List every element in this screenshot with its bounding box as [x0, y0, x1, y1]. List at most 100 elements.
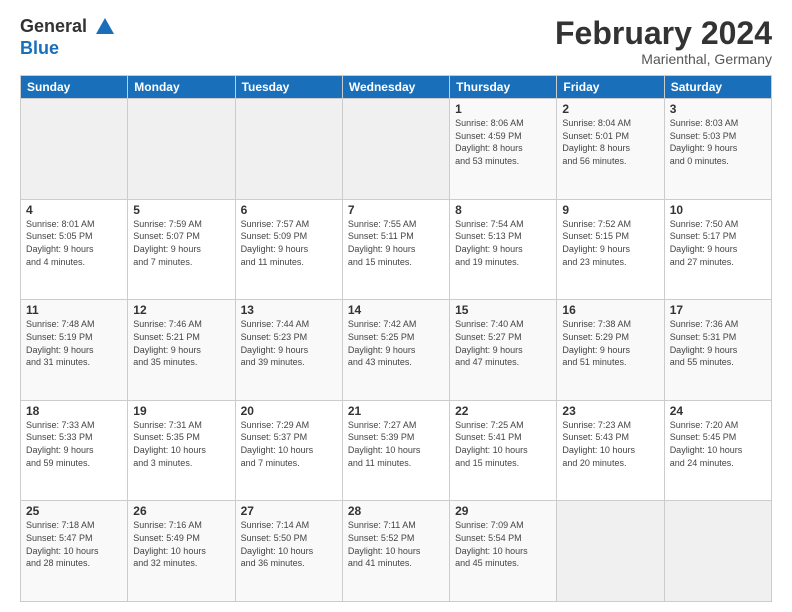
day-number: 14	[348, 303, 444, 317]
day-detail: Sunrise: 7:42 AM Sunset: 5:25 PM Dayligh…	[348, 318, 444, 368]
day-detail: Sunrise: 7:57 AM Sunset: 5:09 PM Dayligh…	[241, 218, 337, 268]
day-number: 6	[241, 203, 337, 217]
day-number: 13	[241, 303, 337, 317]
day-number: 19	[133, 404, 229, 418]
calendar-cell	[557, 501, 664, 602]
day-detail: Sunrise: 7:55 AM Sunset: 5:11 PM Dayligh…	[348, 218, 444, 268]
day-detail: Sunrise: 7:20 AM Sunset: 5:45 PM Dayligh…	[670, 419, 766, 469]
logo-icon	[94, 16, 116, 38]
logo-text: General	[20, 16, 116, 38]
calendar-header-wednesday: Wednesday	[342, 76, 449, 99]
day-number: 22	[455, 404, 551, 418]
calendar: SundayMondayTuesdayWednesdayThursdayFrid…	[20, 75, 772, 602]
day-detail: Sunrise: 7:44 AM Sunset: 5:23 PM Dayligh…	[241, 318, 337, 368]
day-number: 20	[241, 404, 337, 418]
calendar-cell: 20Sunrise: 7:29 AM Sunset: 5:37 PM Dayli…	[235, 400, 342, 501]
day-number: 27	[241, 504, 337, 518]
calendar-cell: 6Sunrise: 7:57 AM Sunset: 5:09 PM Daylig…	[235, 199, 342, 300]
day-detail: Sunrise: 7:33 AM Sunset: 5:33 PM Dayligh…	[26, 419, 122, 469]
day-number: 2	[562, 102, 658, 116]
calendar-cell	[128, 99, 235, 200]
calendar-cell: 26Sunrise: 7:16 AM Sunset: 5:49 PM Dayli…	[128, 501, 235, 602]
title-area: February 2024 Marienthal, Germany	[555, 16, 772, 67]
calendar-cell: 10Sunrise: 7:50 AM Sunset: 5:17 PM Dayli…	[664, 199, 771, 300]
calendar-week-5: 25Sunrise: 7:18 AM Sunset: 5:47 PM Dayli…	[21, 501, 772, 602]
calendar-cell: 7Sunrise: 7:55 AM Sunset: 5:11 PM Daylig…	[342, 199, 449, 300]
day-number: 23	[562, 404, 658, 418]
calendar-week-3: 11Sunrise: 7:48 AM Sunset: 5:19 PM Dayli…	[21, 300, 772, 401]
calendar-cell: 16Sunrise: 7:38 AM Sunset: 5:29 PM Dayli…	[557, 300, 664, 401]
day-number: 29	[455, 504, 551, 518]
calendar-header-row: SundayMondayTuesdayWednesdayThursdayFrid…	[21, 76, 772, 99]
day-detail: Sunrise: 7:09 AM Sunset: 5:54 PM Dayligh…	[455, 519, 551, 569]
location: Marienthal, Germany	[555, 51, 772, 67]
day-number: 1	[455, 102, 551, 116]
calendar-cell: 21Sunrise: 7:27 AM Sunset: 5:39 PM Dayli…	[342, 400, 449, 501]
calendar-cell: 15Sunrise: 7:40 AM Sunset: 5:27 PM Dayli…	[450, 300, 557, 401]
day-number: 7	[348, 203, 444, 217]
calendar-cell	[235, 99, 342, 200]
day-detail: Sunrise: 7:46 AM Sunset: 5:21 PM Dayligh…	[133, 318, 229, 368]
day-detail: Sunrise: 7:18 AM Sunset: 5:47 PM Dayligh…	[26, 519, 122, 569]
calendar-cell: 28Sunrise: 7:11 AM Sunset: 5:52 PM Dayli…	[342, 501, 449, 602]
calendar-cell: 3Sunrise: 8:03 AM Sunset: 5:03 PM Daylig…	[664, 99, 771, 200]
calendar-cell: 25Sunrise: 7:18 AM Sunset: 5:47 PM Dayli…	[21, 501, 128, 602]
day-number: 24	[670, 404, 766, 418]
logo-subtext: Blue	[20, 38, 116, 59]
day-number: 11	[26, 303, 122, 317]
day-number: 16	[562, 303, 658, 317]
logo: General Blue	[20, 16, 116, 59]
day-number: 17	[670, 303, 766, 317]
calendar-cell: 11Sunrise: 7:48 AM Sunset: 5:19 PM Dayli…	[21, 300, 128, 401]
calendar-header-tuesday: Tuesday	[235, 76, 342, 99]
month-title: February 2024	[555, 16, 772, 51]
calendar-header-friday: Friday	[557, 76, 664, 99]
day-number: 21	[348, 404, 444, 418]
calendar-cell: 19Sunrise: 7:31 AM Sunset: 5:35 PM Dayli…	[128, 400, 235, 501]
day-detail: Sunrise: 7:11 AM Sunset: 5:52 PM Dayligh…	[348, 519, 444, 569]
day-detail: Sunrise: 7:36 AM Sunset: 5:31 PM Dayligh…	[670, 318, 766, 368]
calendar-cell: 12Sunrise: 7:46 AM Sunset: 5:21 PM Dayli…	[128, 300, 235, 401]
day-detail: Sunrise: 7:52 AM Sunset: 5:15 PM Dayligh…	[562, 218, 658, 268]
day-detail: Sunrise: 7:38 AM Sunset: 5:29 PM Dayligh…	[562, 318, 658, 368]
day-number: 9	[562, 203, 658, 217]
calendar-week-1: 1Sunrise: 8:06 AM Sunset: 4:59 PM Daylig…	[21, 99, 772, 200]
day-detail: Sunrise: 7:14 AM Sunset: 5:50 PM Dayligh…	[241, 519, 337, 569]
calendar-cell: 4Sunrise: 8:01 AM Sunset: 5:05 PM Daylig…	[21, 199, 128, 300]
calendar-cell	[664, 501, 771, 602]
day-detail: Sunrise: 7:23 AM Sunset: 5:43 PM Dayligh…	[562, 419, 658, 469]
calendar-cell: 2Sunrise: 8:04 AM Sunset: 5:01 PM Daylig…	[557, 99, 664, 200]
calendar-header-saturday: Saturday	[664, 76, 771, 99]
day-detail: Sunrise: 8:04 AM Sunset: 5:01 PM Dayligh…	[562, 117, 658, 167]
calendar-cell: 22Sunrise: 7:25 AM Sunset: 5:41 PM Dayli…	[450, 400, 557, 501]
calendar-week-4: 18Sunrise: 7:33 AM Sunset: 5:33 PM Dayli…	[21, 400, 772, 501]
day-detail: Sunrise: 7:27 AM Sunset: 5:39 PM Dayligh…	[348, 419, 444, 469]
day-number: 8	[455, 203, 551, 217]
day-detail: Sunrise: 7:16 AM Sunset: 5:49 PM Dayligh…	[133, 519, 229, 569]
day-detail: Sunrise: 7:25 AM Sunset: 5:41 PM Dayligh…	[455, 419, 551, 469]
day-number: 3	[670, 102, 766, 116]
calendar-cell: 9Sunrise: 7:52 AM Sunset: 5:15 PM Daylig…	[557, 199, 664, 300]
calendar-cell: 1Sunrise: 8:06 AM Sunset: 4:59 PM Daylig…	[450, 99, 557, 200]
calendar-cell	[21, 99, 128, 200]
day-detail: Sunrise: 7:50 AM Sunset: 5:17 PM Dayligh…	[670, 218, 766, 268]
calendar-cell: 18Sunrise: 7:33 AM Sunset: 5:33 PM Dayli…	[21, 400, 128, 501]
day-number: 18	[26, 404, 122, 418]
day-number: 5	[133, 203, 229, 217]
calendar-cell: 27Sunrise: 7:14 AM Sunset: 5:50 PM Dayli…	[235, 501, 342, 602]
day-number: 26	[133, 504, 229, 518]
calendar-header-thursday: Thursday	[450, 76, 557, 99]
calendar-cell: 23Sunrise: 7:23 AM Sunset: 5:43 PM Dayli…	[557, 400, 664, 501]
day-detail: Sunrise: 7:31 AM Sunset: 5:35 PM Dayligh…	[133, 419, 229, 469]
calendar-cell: 8Sunrise: 7:54 AM Sunset: 5:13 PM Daylig…	[450, 199, 557, 300]
day-detail: Sunrise: 7:54 AM Sunset: 5:13 PM Dayligh…	[455, 218, 551, 268]
day-number: 4	[26, 203, 122, 217]
calendar-cell: 24Sunrise: 7:20 AM Sunset: 5:45 PM Dayli…	[664, 400, 771, 501]
calendar-cell: 17Sunrise: 7:36 AM Sunset: 5:31 PM Dayli…	[664, 300, 771, 401]
day-detail: Sunrise: 7:29 AM Sunset: 5:37 PM Dayligh…	[241, 419, 337, 469]
day-number: 12	[133, 303, 229, 317]
calendar-cell: 29Sunrise: 7:09 AM Sunset: 5:54 PM Dayli…	[450, 501, 557, 602]
day-number: 10	[670, 203, 766, 217]
day-detail: Sunrise: 8:03 AM Sunset: 5:03 PM Dayligh…	[670, 117, 766, 167]
day-detail: Sunrise: 8:06 AM Sunset: 4:59 PM Dayligh…	[455, 117, 551, 167]
